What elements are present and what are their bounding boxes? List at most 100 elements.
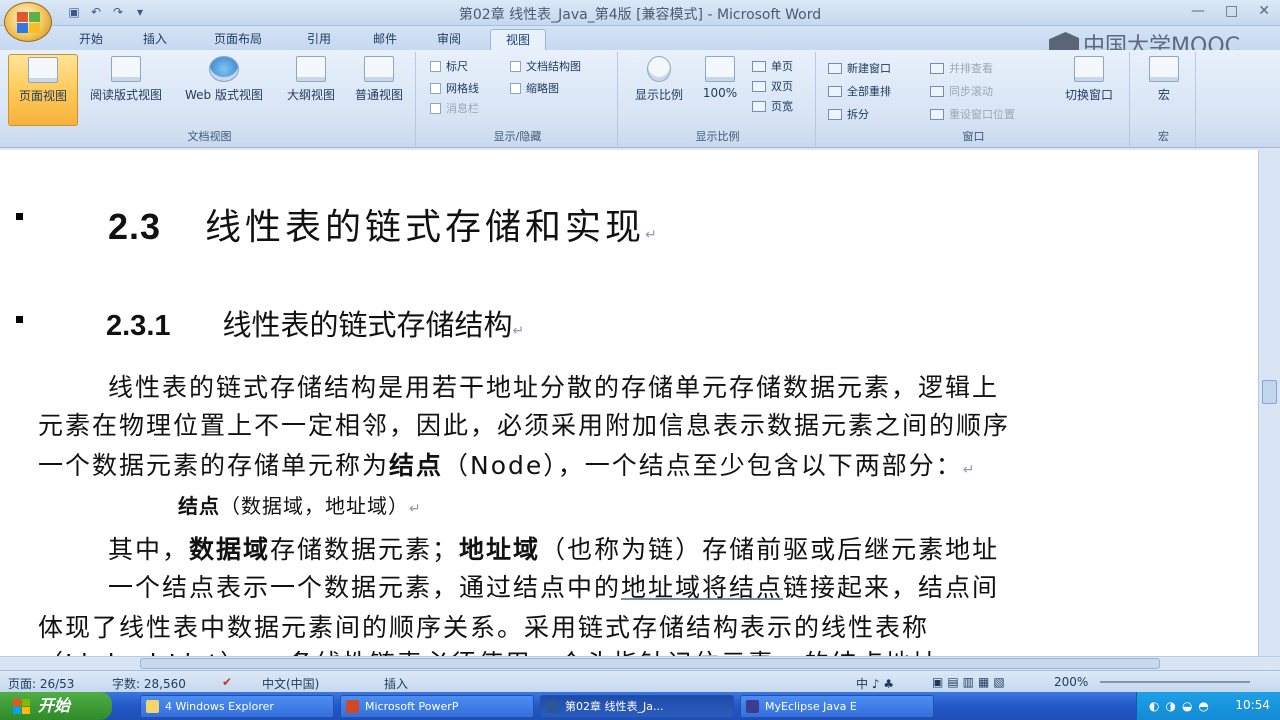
office-logo-icon	[16, 11, 40, 33]
one-page-button[interactable]: 单页	[752, 58, 793, 74]
group-macros: 宏 宏	[1132, 52, 1196, 146]
paragraph-line-5: 其中，数据域存储数据元素；地址域（也称为链）存储前驱或后继元素地址	[108, 530, 999, 566]
subheading-text: 线性表的链式存储结构	[222, 308, 513, 342]
page-width-icon	[752, 100, 766, 112]
office-button[interactable]	[4, 2, 52, 42]
group-label-macros: 宏	[1158, 130, 1169, 143]
zoom-slider[interactable]	[1100, 681, 1250, 683]
ruler-label: 标尺	[446, 60, 468, 73]
group-label-window: 窗口	[962, 130, 985, 143]
reset-window-position-button[interactable]: 重设窗口位置	[930, 106, 1015, 122]
text-run: 一个结点表示一个数据元素，通过结点中的	[108, 573, 622, 602]
tab-insert[interactable]: 插入	[130, 29, 180, 50]
zoom-label: 显示比例	[634, 88, 683, 102]
paragraph-mark: ↵	[645, 227, 661, 243]
windows-flag-icon	[12, 698, 30, 714]
new-window-button[interactable]: 新建窗口	[828, 60, 891, 76]
tab-home[interactable]: 开始	[66, 29, 116, 50]
vertical-scroll-thumb[interactable]	[1262, 380, 1277, 404]
minimize-button[interactable]: —	[1191, 3, 1205, 19]
task-label: Microsoft PowerP	[365, 700, 459, 713]
checkbox-icon	[430, 60, 441, 72]
page-100-icon	[705, 56, 735, 82]
taskbar-item-word[interactable]: 第02章 线性表_Ja...	[540, 695, 734, 718]
zoom-100-label: 100%	[702, 86, 738, 100]
window-controls: — □ ✕	[1191, 3, 1270, 19]
ruler-checkbox[interactable]: 标尺	[430, 58, 468, 74]
switch-windows-button[interactable]: 切换窗口	[1054, 54, 1124, 126]
page-width-button[interactable]: 页宽	[752, 98, 793, 114]
macros-button[interactable]: 宏	[1138, 54, 1190, 126]
zoom-level[interactable]: 200%	[1054, 675, 1088, 689]
system-tray: ◐◑◒◓ 10:54	[1136, 692, 1280, 720]
page-count[interactable]: 页面: 26/53	[8, 675, 74, 692]
taskbar-item-powerpoint[interactable]: Microsoft PowerP	[340, 695, 534, 718]
word-count[interactable]: 字数: 28,560	[112, 675, 186, 692]
paragraph-line-1: 线性表的链式存储结构是用若干地址分散的存储单元存储数据元素，逻辑上	[108, 373, 1000, 402]
draft-view-label: 普通视图	[354, 88, 403, 102]
paragraph-mark: ↵	[409, 501, 422, 517]
task-label: MyEclipse Java E	[765, 700, 857, 713]
document-map-label: 文档结构图	[526, 60, 581, 73]
heading-2-3: 2.3 线性表的链式存储和实现↵	[108, 198, 661, 250]
print-layout-button[interactable]: 页面视图	[8, 54, 78, 126]
task-label: 第02章 线性表_Ja...	[565, 700, 664, 713]
window-title: 第02章 线性表_Java_第4版 [兼容模式] - Microsoft Wor…	[458, 7, 822, 23]
reset-position-icon	[930, 108, 944, 120]
split-icon	[828, 108, 842, 120]
taskbar-item-explorer[interactable]: 4 Windows Explorer	[140, 695, 334, 718]
myeclipse-icon	[746, 700, 759, 713]
horizontal-scroll-thumb[interactable]	[140, 658, 1160, 669]
gridlines-checkbox[interactable]: 网格线	[430, 80, 479, 96]
draft-view-button[interactable]: 普通视图	[344, 54, 414, 126]
synchronous-scrolling-button[interactable]: 同步滚动	[930, 83, 993, 99]
clock[interactable]: 10:54	[1235, 698, 1270, 712]
outline-view-button[interactable]: 大纲视图	[276, 54, 346, 126]
split-button[interactable]: 拆分	[828, 106, 869, 122]
zoom-100-button[interactable]: 100%	[694, 54, 746, 126]
gridlines-label: 网格线	[446, 82, 479, 95]
paragraph-line-6: 一个结点表示一个数据元素，通过结点中的地址域将结点链接起来，结点间	[108, 568, 999, 604]
tab-references[interactable]: 引用	[294, 29, 344, 50]
tray-icons[interactable]: ◐◑◒◓	[1149, 699, 1215, 713]
start-button[interactable]: 开始	[0, 692, 112, 720]
reading-layout-button[interactable]: 阅读版式视图	[80, 54, 172, 126]
insert-mode[interactable]: 插入	[384, 675, 408, 692]
ime-indicator[interactable]: 中 ♪ ♣	[856, 675, 894, 692]
page-width-label: 页宽	[771, 100, 793, 113]
group-window: 新建窗口 全部重排 拆分 并排查看 同步滚动 重设窗口位置 切换窗口 窗口	[818, 52, 1130, 146]
bold-term-node: 结点	[178, 494, 220, 518]
view-side-by-side-button[interactable]: 并排查看	[930, 60, 993, 76]
language-indicator[interactable]: 中文(中国)	[262, 675, 319, 692]
subheading-bullet	[16, 316, 23, 323]
view-buttons[interactable]: ▣▤▥▦▧	[932, 675, 1009, 689]
web-layout-button[interactable]: Web 版式视图	[172, 54, 276, 126]
tab-view[interactable]: 视图	[490, 29, 546, 50]
horizontal-scrollbar[interactable]	[0, 656, 1280, 670]
tab-review[interactable]: 审阅	[424, 29, 474, 50]
text-run: （数据域，地址域）	[220, 494, 409, 518]
two-pages-button[interactable]: 双页	[752, 78, 793, 94]
group-label-show-hide: 显示/隐藏	[493, 130, 542, 143]
message-bar-checkbox[interactable]: 消息栏	[430, 100, 479, 116]
checkbox-icon	[510, 82, 521, 94]
macros-icon	[1149, 56, 1179, 82]
group-show-hide: 标尺 网格线 消息栏 文档结构图 缩略图 显示/隐藏	[418, 52, 618, 146]
checkbox-icon	[510, 60, 521, 72]
document-map-checkbox[interactable]: 文档结构图	[510, 58, 581, 74]
new-window-label: 新建窗口	[847, 62, 891, 75]
proofing-icon[interactable]: ✔	[222, 675, 232, 689]
arrange-all-button[interactable]: 全部重排	[828, 83, 891, 99]
two-pages-label: 双页	[771, 80, 793, 93]
thumbnails-checkbox[interactable]: 缩略图	[510, 80, 559, 96]
globe-icon	[209, 56, 239, 82]
taskbar-item-myeclipse[interactable]: MyEclipse Java E	[740, 695, 934, 718]
zoom-button[interactable]: 显示比例	[626, 54, 692, 126]
vertical-scrollbar[interactable]	[1258, 150, 1280, 656]
heading-2-3-1: 2.3.1 线性表的链式存储结构↵	[106, 302, 524, 344]
tab-page-layout[interactable]: 页面布局	[200, 29, 276, 50]
maximize-button[interactable]: □	[1225, 3, 1238, 19]
sync-scroll-label: 同步滚动	[949, 85, 993, 98]
close-button[interactable]: ✕	[1258, 3, 1270, 19]
tab-mailings[interactable]: 邮件	[360, 29, 410, 50]
